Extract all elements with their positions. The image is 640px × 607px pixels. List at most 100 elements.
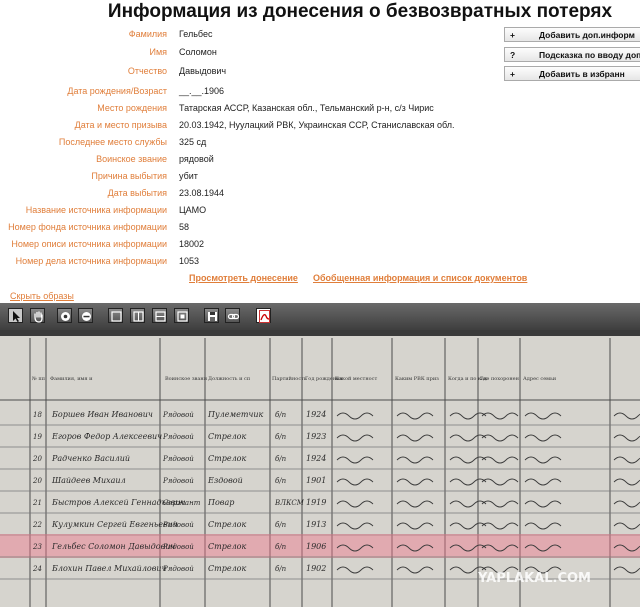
handwritten-cell: Рядовой bbox=[162, 455, 194, 463]
actual-size-icon bbox=[177, 311, 188, 322]
table-header-text: Каким РВК приз bbox=[395, 376, 439, 382]
field-label: Воинское звание bbox=[96, 154, 167, 164]
link-button[interactable] bbox=[225, 308, 240, 323]
field-value: 23.08.1944 bbox=[179, 188, 225, 198]
field-label: Номер дела источника информации bbox=[15, 256, 167, 266]
table-header-text: Какой местност bbox=[335, 376, 377, 382]
hand-tool-button[interactable] bbox=[30, 308, 45, 323]
summary-link[interactable]: Обобщенная информация и список документо… bbox=[313, 273, 527, 283]
input-hint-button[interactable]: ? Подсказка по вводу доп.ин bbox=[504, 47, 640, 62]
plus-icon: + bbox=[510, 69, 515, 79]
handwritten-cell: Рядовой bbox=[162, 543, 194, 551]
hide-images-link[interactable]: Скрыть образы bbox=[10, 291, 74, 301]
handwritten-cell: Рядовой bbox=[162, 411, 194, 419]
handwritten-cell: Стрелок bbox=[208, 520, 246, 529]
handwritten-cell: Рядовой bbox=[162, 433, 194, 441]
handwritten-cell: б/п bbox=[275, 455, 287, 463]
handwritten-cell: Рядовой bbox=[162, 565, 194, 573]
plus-icon: + bbox=[510, 30, 515, 40]
pdf-icon bbox=[259, 310, 270, 323]
pointer-icon bbox=[13, 311, 20, 322]
handwritten-cell: Ездовой bbox=[207, 476, 243, 485]
handwritten-cell: Боршев Иван Иванович bbox=[51, 410, 153, 419]
field-value: Давыдович bbox=[179, 66, 227, 76]
scan-top-edge bbox=[0, 330, 640, 336]
handwritten-cell: Блохин Павел Михайлович bbox=[51, 564, 167, 573]
question-icon: ? bbox=[510, 50, 516, 60]
handwritten-cell: б/п bbox=[275, 543, 287, 551]
handwritten-cell: 22 bbox=[32, 521, 42, 529]
document-image[interactable]: № пп Фамилия, имя и Воинское звани Должност… bbox=[0, 330, 640, 607]
field-label: Номер описи источника информации bbox=[11, 239, 167, 249]
field-value: Татарская АССР, Казанская обл., Тельманс… bbox=[179, 103, 434, 113]
add-extra-info-button[interactable]: + Добавить доп.информ bbox=[504, 27, 640, 42]
field-label: Дата рождения/Возраст bbox=[67, 86, 167, 96]
pointer-tool-button[interactable] bbox=[8, 308, 23, 323]
handwritten-cell: б/п bbox=[275, 477, 287, 485]
button-label: Добавить в избранн bbox=[539, 69, 625, 79]
field-value: рядовой bbox=[179, 154, 214, 164]
handwritten-cell: б/п bbox=[275, 433, 287, 441]
fit-page-button[interactable] bbox=[108, 308, 123, 323]
zoom-out-icon bbox=[82, 312, 91, 321]
handwritten-cell: Стрелок bbox=[208, 432, 246, 441]
handwritten-cell: 24 bbox=[32, 565, 42, 573]
handwritten-cell: Рядовой bbox=[162, 477, 194, 485]
handwritten-cell: 1913 bbox=[306, 520, 326, 529]
view-report-link[interactable]: Просмотреть донесение bbox=[189, 273, 298, 283]
fit-width-icon bbox=[133, 311, 144, 322]
handwritten-cell: Кулумкин Сергей Евгеньевич bbox=[51, 520, 178, 529]
save-button[interactable] bbox=[204, 308, 219, 323]
fit-height-icon bbox=[155, 311, 166, 322]
handwritten-cell: 1924 bbox=[306, 410, 326, 419]
fit-height-button[interactable] bbox=[152, 308, 167, 323]
field-value: ЦАМО bbox=[179, 205, 207, 215]
button-label: Подсказка по вводу доп.ин bbox=[539, 50, 640, 60]
table-header-text: Партийность bbox=[272, 376, 307, 382]
add-to-favorites-button[interactable]: + Добавить в избранн bbox=[504, 66, 640, 81]
table-header-text: Где похоронен bbox=[480, 376, 520, 382]
field-label: Имя bbox=[149, 47, 167, 57]
handwritten-cell: Егоров Федор Алексеевич bbox=[51, 432, 162, 441]
table-header-text: Адрес семьи bbox=[523, 376, 557, 382]
handwritten-cell: Стрелок bbox=[208, 564, 246, 573]
field-value: 20.03.1942, Нуулацкий РВК, Украинская СС… bbox=[179, 120, 455, 130]
zoom-in-button[interactable] bbox=[57, 308, 72, 323]
fit-width-button[interactable] bbox=[130, 308, 145, 323]
handwritten-cell: 20 bbox=[32, 455, 42, 463]
field-label: Отчество bbox=[127, 66, 167, 76]
pdf-button[interactable] bbox=[256, 308, 271, 323]
actual-size-button[interactable] bbox=[174, 308, 189, 323]
link-icon bbox=[227, 313, 240, 320]
handwritten-cell: Шайдеев Михаил bbox=[51, 476, 126, 485]
field-label: Причина выбытия bbox=[91, 171, 167, 181]
handwritten-cell: Стрелок bbox=[208, 542, 246, 551]
field-value: 325 сд bbox=[179, 137, 207, 147]
handwritten-cell: 1919 bbox=[306, 498, 326, 507]
field-label: Название источника информации bbox=[25, 205, 167, 215]
handwritten-cell: б/п bbox=[275, 411, 287, 419]
hand-icon bbox=[34, 311, 43, 323]
handwritten-cell: 19 bbox=[33, 433, 42, 441]
handwritten-cell: 1924 bbox=[306, 454, 326, 463]
field-value: 1053 bbox=[179, 256, 200, 266]
floppy-icon bbox=[208, 312, 217, 321]
zoom-out-button[interactable] bbox=[78, 308, 93, 323]
handwritten-cell: 21 bbox=[32, 499, 42, 507]
table-header-text: Должность и сп bbox=[208, 376, 251, 382]
field-label: Фамилия bbox=[128, 29, 167, 39]
handwritten-cell: 23 bbox=[32, 543, 42, 551]
handwritten-cell: Радченко Василий bbox=[51, 454, 130, 463]
watermark-text: YAPLAKAL.COM bbox=[477, 571, 591, 586]
handwritten-cell: 20 bbox=[32, 477, 42, 485]
field-label: Последнее место службы bbox=[58, 137, 167, 147]
handwritten-cell: Стрелок bbox=[208, 454, 246, 463]
handwritten-cell: 1901 bbox=[306, 476, 326, 485]
handwritten-cell: Повар bbox=[207, 498, 234, 507]
handwritten-cell: Гельбес Соломон Давыдович bbox=[51, 542, 175, 551]
table-header-text: Воинское звани bbox=[165, 376, 208, 382]
field-value: 58 bbox=[179, 222, 190, 232]
image-viewer-toolbar bbox=[0, 303, 640, 330]
zoom-in-icon bbox=[61, 312, 70, 321]
page-title: Информация из донесения о безвозвратных … bbox=[107, 1, 613, 22]
